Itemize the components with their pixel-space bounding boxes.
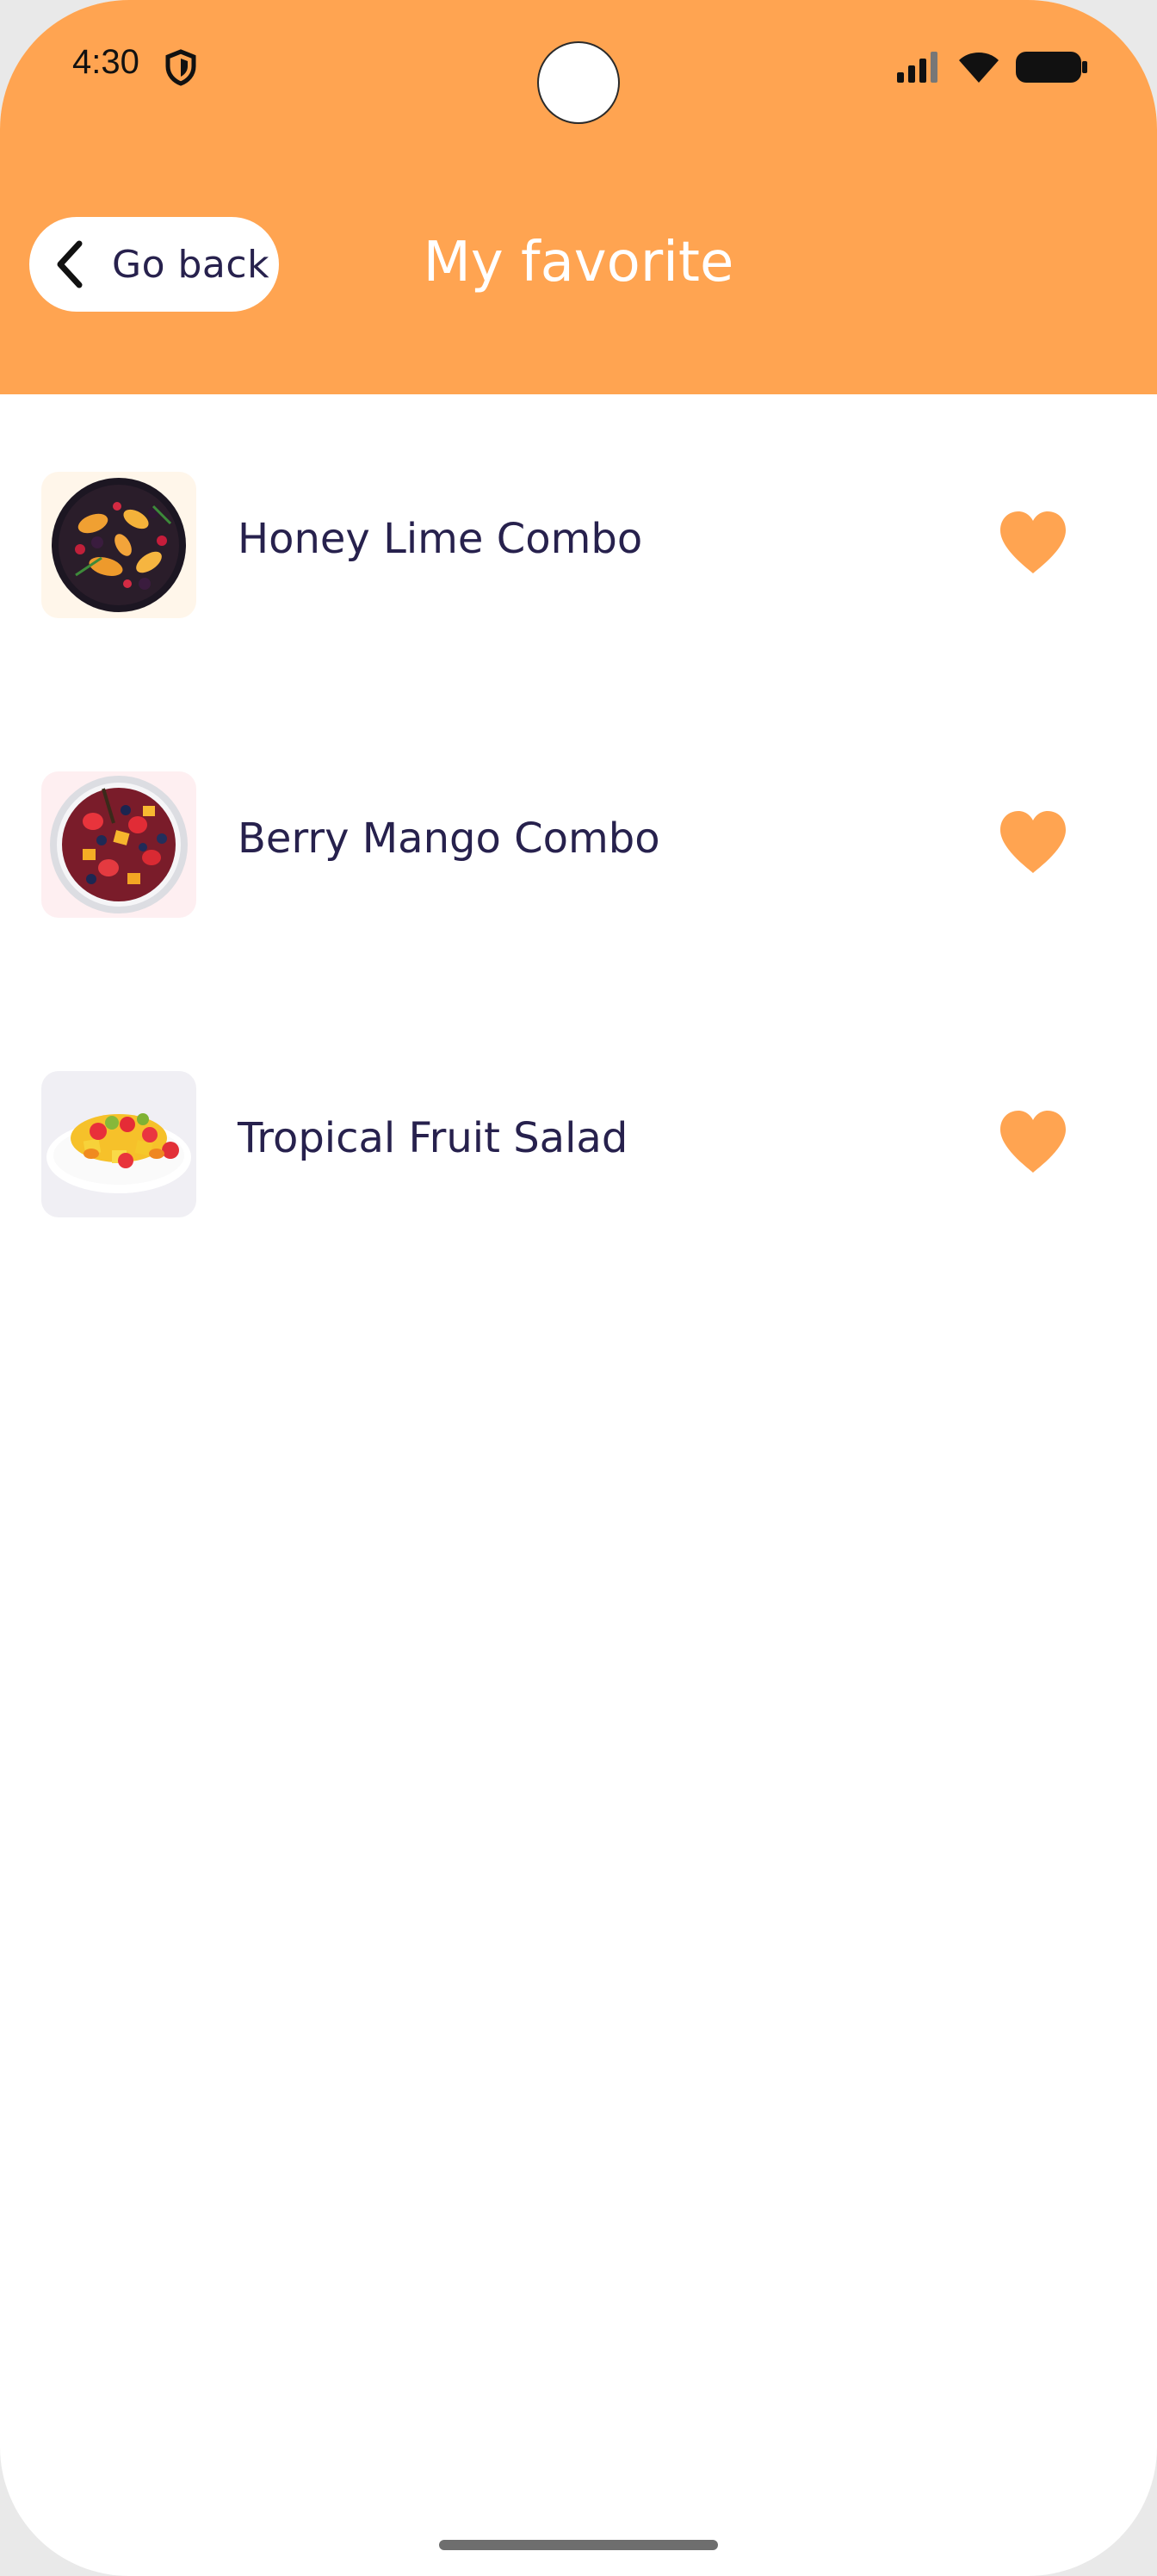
back-button[interactable]: Go back [29, 217, 279, 312]
list-item[interactable]: Berry Mango Combo [0, 771, 1157, 918]
item-name: Tropical Fruit Salad [238, 1114, 628, 1162]
camera-cutout [539, 43, 618, 122]
battery-icon [1016, 52, 1087, 83]
status-time: 4:30 [72, 43, 139, 81]
app-header: 4:30 Go back My favorite [0, 0, 1157, 394]
page-title: My favorite [423, 231, 734, 294]
item-name: Honey Lime Combo [238, 515, 643, 563]
heart-icon[interactable] [997, 1109, 1069, 1174]
heart-icon[interactable] [997, 809, 1069, 875]
item-thumbnail [41, 771, 196, 918]
item-thumbnail [41, 472, 196, 618]
list-item[interactable]: Honey Lime Combo [0, 472, 1157, 618]
wifi-icon [959, 53, 999, 83]
status-icons [897, 48, 1088, 86]
shield-icon [165, 49, 196, 86]
signal-icon [897, 52, 937, 83]
item-name: Berry Mango Combo [238, 814, 660, 863]
list-item[interactable]: Tropical Fruit Salad [0, 1071, 1157, 1217]
chevron-left-icon [57, 240, 83, 288]
back-button-label: Go back [112, 242, 270, 287]
heart-icon[interactable] [997, 510, 1069, 575]
phone-screen: 4:30 Go back My favorite Honey Lime Comb… [0, 0, 1157, 2576]
item-thumbnail [41, 1071, 196, 1217]
home-indicator[interactable] [439, 2540, 718, 2550]
